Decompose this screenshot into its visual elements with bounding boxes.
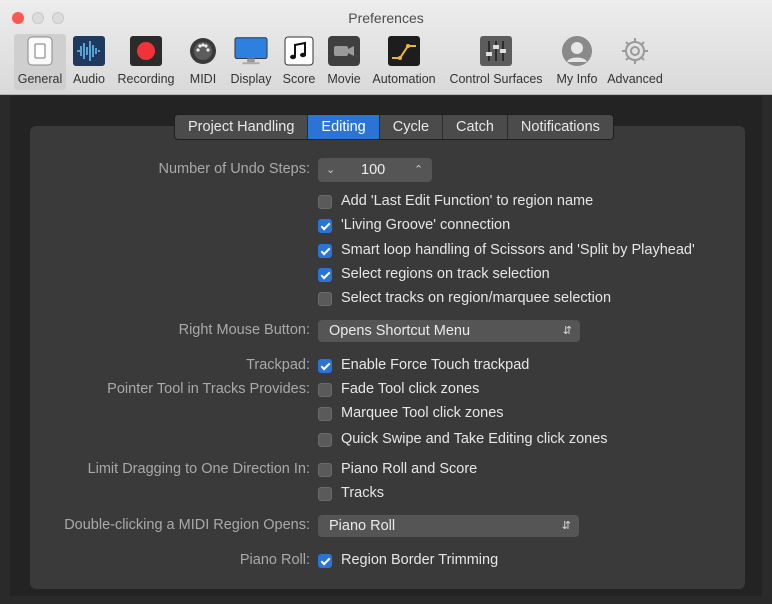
undo-steps-value: 100 [361, 162, 386, 178]
checkbox-quick-swipe-zones[interactable] [318, 433, 332, 447]
toolbar-item-advanced[interactable]: Advanced [604, 34, 666, 90]
tab-notifications[interactable]: Notifications [508, 115, 613, 139]
piano-roll-label: Piano Roll: [239, 552, 310, 568]
score-notes-icon [282, 34, 316, 68]
toolbar-label-recording: Recording [117, 72, 175, 86]
toolbar-item-recording[interactable]: Recording [113, 34, 179, 90]
checkbox-fade-tool-zones[interactable] [318, 383, 332, 397]
limit-dragging-label: Limit Dragging to One Direction In: [87, 461, 310, 477]
tab-bar: Project Handling Editing Cycle Catch Not… [174, 114, 614, 140]
toolbar-label-control-surfaces: Control Surfaces [449, 72, 543, 86]
checkbox-last-edit-function[interactable] [318, 195, 332, 209]
toolbar-item-audio[interactable]: Audio [68, 34, 110, 90]
gear-icon [618, 34, 652, 68]
preferences-window: Preferences General Audio Recording MIDI… [0, 0, 772, 604]
checkbox-piano-roll-and-score[interactable] [318, 463, 332, 477]
checkbox-marquee-tool-zones[interactable] [318, 407, 332, 421]
toolbar-label-movie: Movie [327, 72, 361, 86]
toolbar-item-display[interactable]: Display [226, 34, 276, 90]
checkbox-smart-loop-handling[interactable] [318, 244, 332, 258]
display-monitor-icon [234, 34, 268, 68]
toolbar-label-my-info: My Info [556, 72, 598, 86]
option-marquee-tool-zones-label: Marquee Tool click zones [341, 405, 504, 421]
piano-roll-row: Piano Roll: [0, 552, 310, 572]
double-click-value: Piano Roll [329, 518, 396, 534]
checkbox-living-groove[interactable] [318, 219, 332, 233]
chevron-up-icon[interactable]: ⌃ [414, 158, 423, 182]
popup-arrows-icon: ⇵ [562, 325, 572, 337]
toolbar-item-my-info[interactable]: My Info [552, 34, 602, 90]
tab-cycle[interactable]: Cycle [380, 115, 444, 139]
trackpad-label: Trackpad: [246, 357, 310, 373]
option-quick-swipe-zones-label: Quick Swipe and Take Editing click zones [341, 431, 608, 447]
toolbar-label-automation: Automation [372, 72, 436, 86]
double-click-row: Double-clicking a MIDI Region Opens: [0, 517, 310, 537]
toolbar-label-score: Score [282, 72, 316, 86]
right-mouse-popup[interactable]: Opens Shortcut Menu ⇵ [318, 320, 580, 342]
tab-catch[interactable]: Catch [443, 115, 508, 139]
checkbox-select-regions-on-track[interactable] [318, 268, 332, 282]
option-force-touch-label: Enable Force Touch trackpad [341, 357, 530, 373]
tab-editing[interactable]: Editing [308, 115, 380, 139]
toolbar-label-advanced: Advanced [607, 72, 663, 86]
double-click-popup[interactable]: Piano Roll ⇵ [318, 515, 579, 537]
right-mouse-row: Right Mouse Button: [0, 322, 310, 342]
limit-dragging-row: Limit Dragging to One Direction In: [0, 461, 310, 481]
toolbar-item-automation[interactable]: Automation [369, 34, 439, 90]
checkbox-select-tracks-on-region[interactable] [318, 292, 332, 306]
tab-project-handling[interactable]: Project Handling [175, 115, 309, 139]
right-mouse-value: Opens Shortcut Menu [329, 323, 471, 339]
undo-steps-row: Number of Undo Steps: [0, 161, 310, 181]
option-tracks-label: Tracks [341, 485, 384, 501]
toolbar-label-general: General [17, 72, 63, 86]
automation-curve-icon [387, 34, 421, 68]
undo-steps-stepper[interactable]: ⌄ 100 ⌃ [318, 158, 432, 182]
movie-camera-icon [327, 34, 361, 68]
general-switch-icon [23, 34, 57, 68]
chevron-down-icon[interactable]: ⌄ [326, 158, 335, 182]
toolbar: Preferences General Audio Recording MIDI… [0, 0, 772, 95]
option-select-regions-on-track-label: Select regions on track selection [341, 266, 550, 282]
option-fade-tool-zones-label: Fade Tool click zones [341, 381, 480, 397]
right-mouse-label: Right Mouse Button: [178, 322, 310, 338]
pointer-tool-row: Pointer Tool in Tracks Provides: [0, 381, 310, 401]
window-title: Preferences [348, 10, 424, 26]
undo-steps-label: Number of Undo Steps: [158, 161, 310, 177]
toolbar-label-display: Display [230, 72, 272, 86]
option-last-edit-function-label: Add 'Last Edit Function' to region name [341, 193, 594, 209]
option-select-tracks-on-region-label: Select tracks on region/marquee selectio… [341, 290, 612, 306]
checkbox-tracks[interactable] [318, 487, 332, 501]
option-living-groove-label: 'Living Groove' connection [341, 217, 511, 233]
checkbox-force-touch[interactable] [318, 359, 332, 373]
control-surfaces-faders-icon [479, 34, 513, 68]
option-region-border-trimming-label: Region Border Trimming [341, 552, 499, 568]
midi-connector-icon [186, 34, 220, 68]
double-click-label: Double-clicking a MIDI Region Opens: [64, 517, 310, 533]
record-icon [129, 34, 163, 68]
user-silhouette-icon [560, 34, 594, 68]
trackpad-row: Trackpad: [0, 357, 310, 377]
option-piano-roll-and-score-label: Piano Roll and Score [341, 461, 478, 477]
toolbar-label-midi: MIDI [189, 72, 217, 86]
option-smart-loop-handling-label: Smart loop handling of Scissors and 'Spl… [341, 242, 695, 258]
toolbar-item-midi[interactable]: MIDI [184, 34, 222, 90]
audio-waveform-icon [72, 34, 106, 68]
toolbar-item-movie[interactable]: Movie [322, 34, 366, 90]
toolbar-item-control-surfaces[interactable]: Control Surfaces [444, 34, 548, 90]
popup-arrows-icon: ⇵ [561, 520, 571, 532]
toolbar-item-score[interactable]: Score [280, 34, 318, 90]
toolbar-label-audio: Audio [73, 72, 105, 86]
checkbox-region-border-trimming[interactable] [318, 554, 332, 568]
pointer-tool-label: Pointer Tool in Tracks Provides: [107, 381, 310, 397]
toolbar-item-general[interactable]: General [14, 34, 66, 90]
